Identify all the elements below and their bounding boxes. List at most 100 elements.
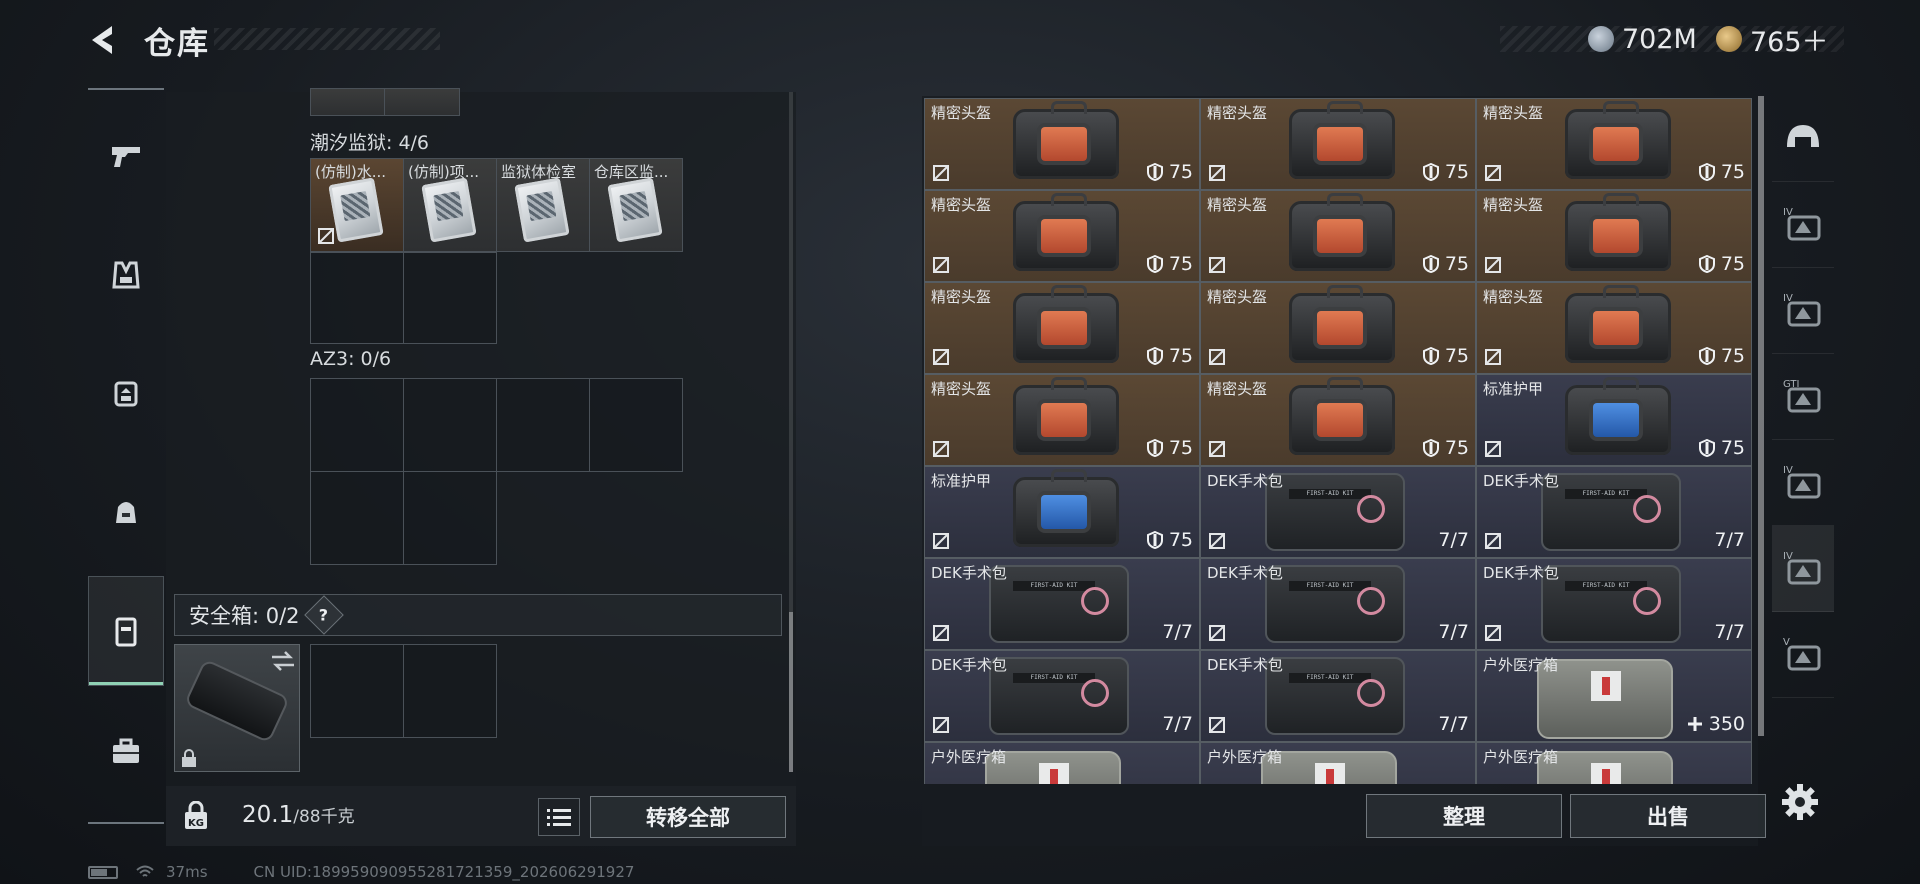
rail-item-weapons[interactable] <box>88 100 164 210</box>
storage-scrollbar-thumb[interactable] <box>789 612 793 772</box>
no-trade-icon <box>1209 441 1225 457</box>
inventory-item-name: DEK手术包 <box>1207 564 1283 582</box>
filter-rig-filter[interactable]: IV <box>1772 440 1834 526</box>
inventory-item[interactable]: 精密头盔 75 <box>924 190 1200 282</box>
gold-currency[interactable]: 765＋ <box>1716 22 1829 58</box>
inventory-item-name: 精密头盔 <box>1207 288 1268 306</box>
surgery-kit-icon <box>1265 565 1405 643</box>
inventory-item[interactable]: 精密头盔 75 <box>1476 98 1752 190</box>
inventory-item-value: 7/7 <box>1162 621 1193 643</box>
inventory-item-name: 精密头盔 <box>1207 380 1268 398</box>
no-trade-icon <box>1209 165 1225 181</box>
storage-item[interactable]: 监狱体检室 <box>496 158 590 252</box>
inventory-item[interactable]: 精密头盔 75 <box>1200 374 1476 466</box>
swap-icon[interactable] <box>270 650 296 672</box>
settings-gear-icon[interactable] <box>1778 780 1822 824</box>
list-icon <box>547 809 571 826</box>
helmet-icon <box>1565 101 1671 179</box>
empty-slot[interactable] <box>496 378 590 472</box>
vest-icon <box>112 261 140 289</box>
list-view-button[interactable] <box>538 798 580 836</box>
rail-item-container[interactable] <box>88 576 164 686</box>
storage-slot[interactable] <box>384 88 460 116</box>
filter-misc-filter[interactable]: V <box>1772 612 1834 698</box>
storage-slot[interactable] <box>310 88 386 116</box>
rig-filter-icon: GTI <box>1783 379 1821 412</box>
inventory-item[interactable]: 精密头盔 75 <box>1476 190 1752 282</box>
inventory-item-value: 75 <box>1422 161 1469 183</box>
inventory-item-value: 7/7 <box>1714 529 1745 551</box>
no-trade-icon <box>933 441 949 457</box>
inventory-item[interactable]: 标准护甲 75 <box>1476 374 1752 466</box>
rail-item-tools[interactable] <box>88 696 164 806</box>
empty-slot[interactable] <box>310 252 404 344</box>
inventory-item-name: 户外医疗箱 <box>1207 748 1283 766</box>
svg-text:GTI: GTI <box>1783 379 1799 390</box>
safe-box-empty-slot[interactable] <box>403 644 497 738</box>
inventory-item[interactable]: DEK手术包 7/7 <box>1476 558 1752 650</box>
filter-armor-filter[interactable]: IV <box>1772 268 1834 354</box>
rail-item-rig[interactable] <box>88 338 164 448</box>
inventory-item[interactable]: DEK手术包 7/7 <box>924 650 1200 742</box>
empty-slot[interactable] <box>310 471 404 565</box>
inventory-item-name: 精密头盔 <box>931 380 992 398</box>
transfer-all-button[interactable]: 转移全部 <box>590 796 786 838</box>
empty-slot[interactable] <box>589 378 683 472</box>
help-icon: ? <box>318 605 329 625</box>
inventory-item[interactable]: 户外医疗箱 <box>1476 742 1752 784</box>
inventory-item[interactable]: 精密头盔 75 <box>1200 98 1476 190</box>
storage-item-name: (仿制)水... <box>315 163 387 181</box>
storage-item-name: 监狱体检室 <box>501 163 577 181</box>
filter-armor-filter[interactable]: IV <box>1772 182 1834 268</box>
inventory-item-name: 精密头盔 <box>1207 104 1268 122</box>
no-trade-icon <box>933 625 949 641</box>
empty-slot[interactable] <box>310 378 404 472</box>
filter-helmet-filter[interactable] <box>1772 96 1834 182</box>
wifi-icon <box>136 865 154 877</box>
inventory-item-value: 7/7 <box>1714 621 1745 643</box>
inventory-item[interactable]: 精密头盔 75 <box>1200 282 1476 374</box>
filter-rig-filter[interactable]: GTI <box>1772 354 1834 440</box>
shield-icon <box>1698 255 1715 273</box>
inventory-item[interactable]: DEK手术包 7/7 <box>924 558 1200 650</box>
inventory-item[interactable]: 精密头盔 75 <box>924 374 1200 466</box>
inventory-item[interactable]: 户外医疗箱 350 <box>1476 650 1752 742</box>
inventory-item[interactable]: 户外医疗箱 <box>924 742 1200 784</box>
inventory-item-name: 户外医疗箱 <box>1483 656 1559 674</box>
inventory-item[interactable]: DEK手术包 7/7 <box>1200 650 1476 742</box>
inventory-item[interactable]: 精密头盔 75 <box>924 282 1200 374</box>
sort-button[interactable]: 整理 <box>1366 794 1562 838</box>
inventory-item[interactable]: DEK手术包 7/7 <box>1200 558 1476 650</box>
shield-icon <box>1698 439 1715 457</box>
plus-icon <box>1687 717 1702 731</box>
inventory-scrollbar-thumb[interactable] <box>1758 96 1764 736</box>
storage-item[interactable]: 仓库区监... <box>589 158 683 252</box>
inventory-item[interactable]: 精密头盔 75 <box>924 98 1200 190</box>
filter-medkit-filter[interactable]: IV <box>1772 526 1834 612</box>
sell-button[interactable]: 出售 <box>1570 794 1766 838</box>
ping-value: 37ms <box>166 863 208 881</box>
empty-slot[interactable] <box>403 378 497 472</box>
inventory-item[interactable]: 精密头盔 75 <box>1200 190 1476 282</box>
svg-text:V: V <box>1783 637 1790 648</box>
gold-coin-icon <box>1716 26 1742 52</box>
inventory-item[interactable]: DEK手术包 7/7 <box>1476 466 1752 558</box>
shield-icon <box>1422 163 1439 181</box>
empty-slot[interactable] <box>403 471 497 565</box>
inventory-item[interactable]: 标准护甲 75 <box>924 466 1200 558</box>
storage-item[interactable]: (仿制)项... <box>403 158 497 252</box>
shield-icon <box>1698 163 1715 181</box>
inventory-item[interactable]: DEK手术包 7/7 <box>1200 466 1476 558</box>
inventory-item[interactable]: 户外医疗箱 <box>1200 742 1476 784</box>
safe-box-empty-slot[interactable] <box>310 644 404 738</box>
silver-coin-icon <box>1588 26 1614 52</box>
empty-slot[interactable] <box>403 252 497 344</box>
rail-item-backpack[interactable] <box>88 456 164 566</box>
inventory-item-value-text: 75 <box>1720 345 1745 367</box>
inventory-item[interactable]: 精密头盔 75 <box>1476 282 1752 374</box>
help-button[interactable]: ? <box>303 595 344 635</box>
rail-item-armor[interactable] <box>88 220 164 330</box>
battery-icon <box>88 865 118 879</box>
back-arrow-icon[interactable] <box>86 22 122 58</box>
storage-item[interactable]: (仿制)水... <box>310 158 404 252</box>
